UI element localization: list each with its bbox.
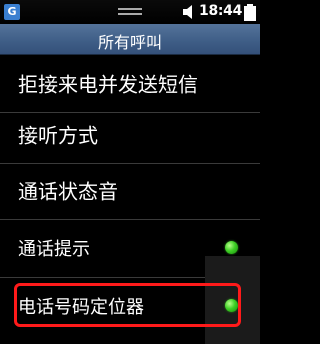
title-bar: 所有呼叫 [0,24,260,55]
status-bar: G 18:44 [0,0,260,24]
menu-item-label: 接听方式 [18,123,98,148]
highlight-annotation [14,283,241,327]
volume-icon [183,5,192,19]
menu-item-label: 通话状态音 [18,179,118,204]
clock: 18:44 [199,3,243,19]
page-title: 所有呼叫 [97,33,162,52]
battery-icon [244,4,256,21]
menu-item-label: 拒接来电并发送短信 [18,72,198,97]
menu-item-answer-mode[interactable]: 接听方式 [0,105,260,164]
menu-item-label: 通话提示 [18,239,90,260]
toggle-on-indicator[interactable] [225,241,238,254]
menu-item-call-status-tone[interactable]: 通话状态音 [0,161,260,220]
app-badge-icon: G [4,4,20,20]
drag-handle-icon[interactable] [118,7,142,17]
